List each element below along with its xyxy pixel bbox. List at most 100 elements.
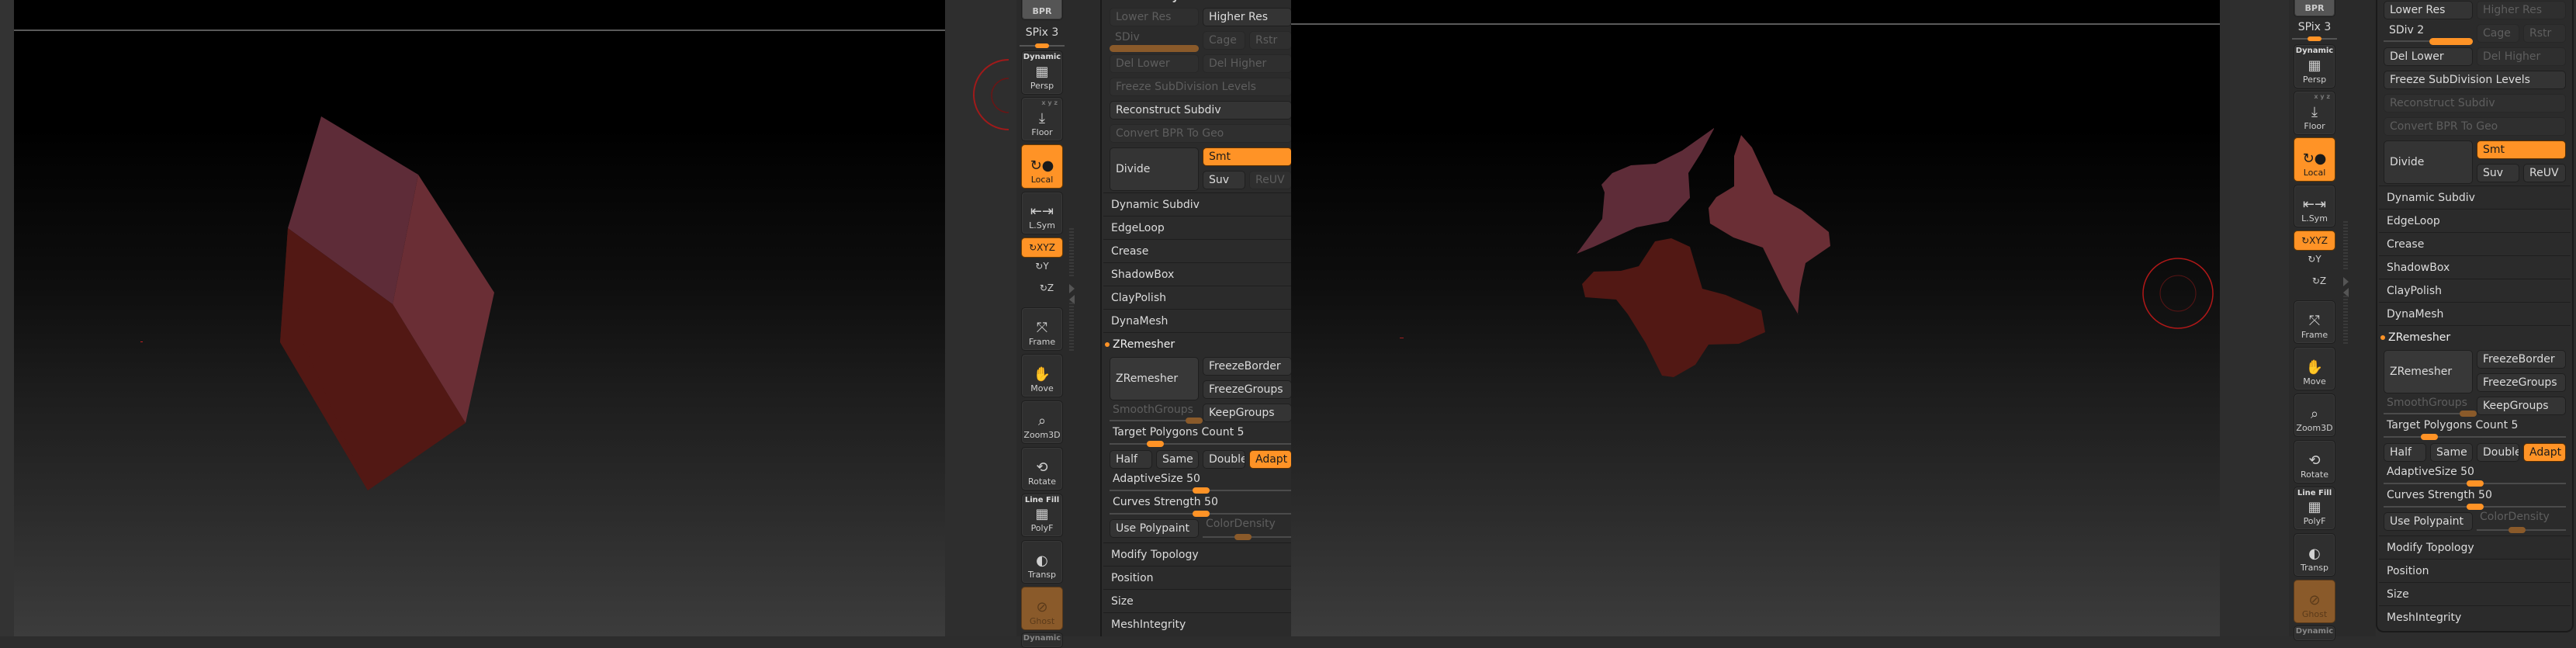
sdiv-slider[interactable] <box>2429 38 2473 45</box>
remeshed-mesh[interactable] <box>1291 0 2220 636</box>
section-crease[interactable]: Crease <box>1103 239 1292 262</box>
section-modify-topology[interactable]: Modify Topology <box>2379 535 2571 559</box>
move-button[interactable]: ✋ Move <box>2294 347 2335 390</box>
persp-button[interactable]: Dynamic ▦ Persp <box>2294 44 2335 88</box>
del-lower-button[interactable]: Del Lower <box>1110 54 1199 73</box>
xyz-rotate-button[interactable]: ↻XYZ <box>1021 237 1063 258</box>
rstr-button[interactable]: Rstr <box>1249 31 1292 50</box>
section-position[interactable]: Position <box>1103 566 1292 589</box>
move-button[interactable]: ✋ Move <box>1021 354 1063 397</box>
divide-button[interactable]: Divide <box>1110 147 1199 191</box>
cage-button[interactable]: Cage <box>1203 31 1245 50</box>
persp-button[interactable]: Dynamic ▦ Persp <box>1021 50 1063 95</box>
convert-bpr-button[interactable]: Convert BPR To Geo <box>1110 124 1292 143</box>
color-density-knob[interactable] <box>1234 534 1252 540</box>
adaptive-size-knob[interactable] <box>1192 487 1210 494</box>
divide-button[interactable]: Divide <box>2384 140 2473 184</box>
ghost-button[interactable]: ⊘ Ghost <box>2294 580 2335 623</box>
section-dynamic-subdiv[interactable]: Dynamic Subdiv <box>1103 192 1292 216</box>
target-polygons-knob[interactable] <box>2420 434 2438 440</box>
section-modify-topology[interactable]: Modify Topology <box>1103 542 1292 566</box>
del-higher-button[interactable]: Del Higher <box>1203 54 1292 73</box>
keep-groups-toggle[interactable]: KeepGroups <box>2477 397 2566 415</box>
floor-button[interactable]: x y z ⤓ Floor <box>2294 91 2335 135</box>
section-crease[interactable]: Crease <box>2379 232 2571 255</box>
section-edgeloop[interactable]: EdgeLoop <box>1103 216 1292 239</box>
adaptive-size-knob[interactable] <box>2466 480 2484 487</box>
adapt-toggle[interactable]: Adapt <box>1249 450 1292 469</box>
smooth-groups-knob[interactable] <box>2460 411 2477 417</box>
same-button[interactable]: Same <box>2430 443 2473 462</box>
section-position[interactable]: Position <box>2379 559 2571 582</box>
spix-slider[interactable] <box>1020 43 1065 48</box>
curves-strength-knob[interactable] <box>2466 504 2484 510</box>
y-rotate-button[interactable]: ↻Y <box>1030 261 1054 272</box>
cube-mesh[interactable] <box>14 0 945 636</box>
section-size[interactable]: Size <box>2379 582 2571 605</box>
section-claypolish[interactable]: ClayPolish <box>1103 286 1292 309</box>
viewport-right[interactable] <box>1291 0 2220 636</box>
section-zremesher[interactable]: ZRemesher <box>1103 332 1292 355</box>
keep-groups-toggle[interactable]: KeepGroups <box>1203 404 1292 422</box>
half-button[interactable]: Half <box>2384 443 2426 462</box>
higher-res-button[interactable]: Higher Res <box>2477 1 2566 19</box>
lsym-button[interactable]: ⇤⇥ L.Sym <box>2294 185 2335 227</box>
freeze-subdiv-button[interactable]: Freeze SubDivision Levels <box>1110 78 1292 96</box>
lower-res-button[interactable]: Lower Res <box>2384 1 2473 19</box>
freeze-subdiv-button[interactable]: Freeze SubDivision Levels <box>2384 71 2566 89</box>
convert-bpr-button[interactable]: Convert BPR To Geo <box>2384 117 2566 136</box>
sdiv-slider[interactable] <box>1110 45 1199 52</box>
same-button[interactable]: Same <box>1156 450 1199 469</box>
frame-button[interactable]: ⤧ Frame <box>1021 307 1063 351</box>
frame-button[interactable]: ⤧ Frame <box>2294 300 2335 344</box>
section-shadowbox[interactable]: ShadowBox <box>2379 255 2571 279</box>
reconstruct-subdiv-button[interactable]: Reconstruct Subdiv <box>1110 101 1292 120</box>
suv-toggle[interactable]: Suv <box>1203 171 1245 189</box>
zremesher-button[interactable]: ZRemesher <box>2384 350 2473 393</box>
adapt-toggle[interactable]: Adapt <box>2523 443 2566 462</box>
section-edgeloop[interactable]: EdgeLoop <box>2379 209 2571 232</box>
polyf-button[interactable]: Line Fill ▦ PolyF <box>2294 487 2335 530</box>
lsym-button[interactable]: ⇤⇥ L.Sym <box>1021 192 1063 234</box>
transp-button[interactable]: ◐ Transp <box>1021 540 1063 584</box>
freeze-border-toggle[interactable]: FreezeBorder <box>2477 350 2566 369</box>
shelf-scrollbar-upper[interactable] <box>2343 221 2348 269</box>
section-dynamesh[interactable]: DynaMesh <box>2379 302 2571 325</box>
shelf-scrollbar-lower[interactable] <box>2343 296 2348 345</box>
section-dynamic-subdiv[interactable]: Dynamic Subdiv <box>2379 185 2571 209</box>
z-rotate-button[interactable]: ↻Z <box>2308 275 2331 286</box>
section-claypolish[interactable]: ClayPolish <box>2379 279 2571 302</box>
freeze-groups-toggle[interactable]: FreezeGroups <box>2477 373 2566 392</box>
section-size[interactable]: Size <box>1103 589 1292 612</box>
del-higher-button[interactable]: Del Higher <box>2477 47 2566 66</box>
smt-toggle[interactable]: Smt <box>1203 147 1292 166</box>
smooth-groups-knob[interactable] <box>1186 418 1203 424</box>
suv-toggle[interactable]: Suv <box>2477 164 2519 182</box>
target-polygons-slider[interactable] <box>1110 443 1292 445</box>
reconstruct-subdiv-button[interactable]: Reconstruct Subdiv <box>2384 94 2566 113</box>
local-button[interactable]: ↻● Local <box>2294 137 2335 182</box>
double-button[interactable]: Double <box>1203 450 1245 469</box>
shelf-scrollbar-upper[interactable] <box>1069 228 1074 276</box>
section-meshintegrity[interactable]: MeshIntegrity <box>1103 612 1292 636</box>
lower-res-button[interactable]: Lower Res <box>1110 8 1199 26</box>
dynamic-button[interactable]: Dynamic <box>2294 625 2335 641</box>
spix-knob[interactable] <box>1035 43 1049 48</box>
polyf-button[interactable]: Line Fill ▦ PolyF <box>1021 494 1063 537</box>
zremesher-button[interactable]: ZRemesher <box>1110 357 1199 400</box>
rotate-button[interactable]: ⟲ Rotate <box>1021 447 1063 490</box>
local-button[interactable]: ↻● Local <box>1021 144 1063 189</box>
target-polygons-slider[interactable] <box>2384 436 2566 438</box>
color-density-knob[interactable] <box>2508 527 2526 533</box>
zoom3d-button[interactable]: ⌕ Zoom3D <box>1021 400 1063 444</box>
xyz-rotate-button[interactable]: ↻XYZ <box>2294 230 2335 251</box>
expand-right-arrow-icon[interactable] <box>2343 277 2349 286</box>
rstr-button[interactable]: Rstr <box>2523 24 2566 43</box>
reuv-toggle[interactable]: ReUV <box>2523 164 2566 182</box>
higher-res-button[interactable]: Higher Res <box>1203 8 1292 26</box>
cage-button[interactable]: Cage <box>2477 24 2519 43</box>
transp-button[interactable]: ◐ Transp <box>2294 533 2335 577</box>
shelf-scrollbar-lower[interactable] <box>1069 303 1074 352</box>
viewport-left[interactable] <box>14 0 945 636</box>
bpr-button[interactable]: BPR <box>2294 0 2335 17</box>
